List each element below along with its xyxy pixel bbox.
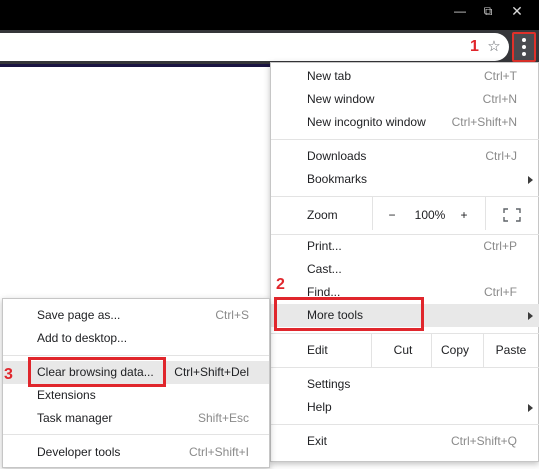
three-dots-vertical-icon xyxy=(522,38,526,56)
edit-control-row: Edit Cut Copy Paste xyxy=(271,333,539,367)
step-number-1: 1 xyxy=(470,38,479,55)
menu-item-label: New window xyxy=(307,92,375,106)
menu-item-shortcut: Ctrl+S xyxy=(215,308,249,322)
menu-separator xyxy=(3,434,269,435)
zoom-in-button[interactable]: + xyxy=(455,202,473,228)
zoom-out-button[interactable]: − xyxy=(383,202,401,228)
edit-label: Edit xyxy=(307,343,328,357)
menu-item-cast[interactable]: Cast... xyxy=(271,258,539,281)
menu-item-help[interactable]: Help xyxy=(271,396,539,419)
menu-separator xyxy=(271,196,539,197)
menu-item-shortcut: Ctrl+F xyxy=(484,285,517,299)
submenu-item-task-manager[interactable]: Task manager Shift+Esc xyxy=(3,407,269,430)
menu-item-shortcut: Ctrl+Shift+Del xyxy=(174,365,249,379)
menu-item-label: Save page as... xyxy=(37,308,121,322)
menu-item-new-window[interactable]: New window Ctrl+N xyxy=(271,88,539,111)
menu-item-shortcut: Ctrl+N xyxy=(482,92,517,106)
chrome-main-menu: New tab Ctrl+T New window Ctrl+N New inc… xyxy=(270,62,539,462)
menu-item-label: Exit xyxy=(307,434,328,448)
page-background-strip xyxy=(0,64,270,67)
submenu-item-add-to-desktop[interactable]: Add to desktop... xyxy=(3,327,269,350)
menu-separator xyxy=(271,139,539,140)
paste-button[interactable]: Paste xyxy=(483,333,539,367)
menu-item-shortcut: Ctrl+T xyxy=(484,69,517,83)
restore-button[interactable]: ⧉ xyxy=(476,0,500,22)
fullscreen-icon[interactable] xyxy=(503,208,521,222)
menu-item-shortcut: Ctrl+Shift+Q xyxy=(450,434,517,448)
menu-item-settings[interactable]: Settings xyxy=(271,373,539,396)
menu-item-shortcut: Shift+Esc xyxy=(197,411,249,425)
highlight-box-clear-browsing-data xyxy=(28,357,166,387)
menu-item-label: Downloads xyxy=(307,149,367,163)
menu-item-label: Add to desktop... xyxy=(37,331,128,345)
menu-item-print[interactable]: Print... Ctrl+P xyxy=(271,235,539,258)
menu-item-label: Cast... xyxy=(307,262,342,276)
menu-item-new-tab[interactable]: New tab Ctrl+T xyxy=(271,65,539,88)
title-bar: — ⧉ ✕ xyxy=(0,0,539,30)
zoom-divider xyxy=(372,196,373,230)
step-number-2: 2 xyxy=(276,276,285,293)
menu-item-new-incognito[interactable]: New incognito window Ctrl+Shift+N xyxy=(271,111,539,134)
menu-separator xyxy=(3,355,269,356)
menu-item-bookmarks[interactable]: Bookmarks xyxy=(271,168,539,191)
menu-item-label: Print... xyxy=(307,239,342,253)
menu-item-label: New incognito window xyxy=(307,115,426,129)
zoom-control-row: Zoom − 100% + xyxy=(271,196,539,230)
menu-item-downloads[interactable]: Downloads Ctrl+J xyxy=(271,145,539,168)
submenu-item-save-page[interactable]: Save page as... Ctrl+S xyxy=(3,304,269,327)
menu-separator xyxy=(271,367,539,368)
zoom-level-value: 100% xyxy=(414,208,446,222)
menu-item-shortcut: Ctrl+Shift+N xyxy=(451,115,517,129)
close-button[interactable]: ✕ xyxy=(505,0,529,22)
zoom-label: Zoom xyxy=(307,208,338,222)
step-number-3: 3 xyxy=(4,366,13,383)
menu-separator xyxy=(271,424,539,425)
bookmark-star-icon[interactable]: ☆ xyxy=(484,36,504,58)
menu-item-label: Settings xyxy=(307,377,351,391)
menu-item-shortcut: Ctrl+J xyxy=(485,149,517,163)
menu-item-shortcut: Ctrl+P xyxy=(483,239,517,253)
menu-item-label: Task manager xyxy=(37,411,113,425)
submenu-arrow-icon xyxy=(528,176,533,184)
minimize-button[interactable]: — xyxy=(448,0,472,22)
highlight-box-more-tools xyxy=(274,297,424,331)
submenu-arrow-icon xyxy=(528,312,533,320)
menu-item-label: New tab xyxy=(307,69,352,83)
browser-toolbar: ☆ xyxy=(0,30,539,64)
menu-item-label: Help xyxy=(307,400,332,414)
menu-item-shortcut: Ctrl+Shift+I xyxy=(188,445,249,459)
menu-item-label: Bookmarks xyxy=(307,172,368,186)
submenu-item-developer-tools[interactable]: Developer tools Ctrl+Shift+I xyxy=(3,441,269,464)
browser-screen: — ⧉ ✕ ☆ New tab Ctrl+T New window Ctrl+N… xyxy=(0,0,539,469)
submenu-item-extensions[interactable]: Extensions xyxy=(3,384,269,407)
copy-button[interactable]: Copy xyxy=(423,333,487,367)
menu-item-label: Developer tools xyxy=(37,445,121,459)
menu-item-exit[interactable]: Exit Ctrl+Shift+Q xyxy=(271,430,539,453)
customize-menu-button[interactable] xyxy=(512,32,536,62)
zoom-divider xyxy=(485,196,486,230)
submenu-arrow-icon xyxy=(528,404,533,412)
menu-item-label: Extensions xyxy=(37,388,96,402)
address-bar[interactable]: ☆ xyxy=(0,33,509,61)
